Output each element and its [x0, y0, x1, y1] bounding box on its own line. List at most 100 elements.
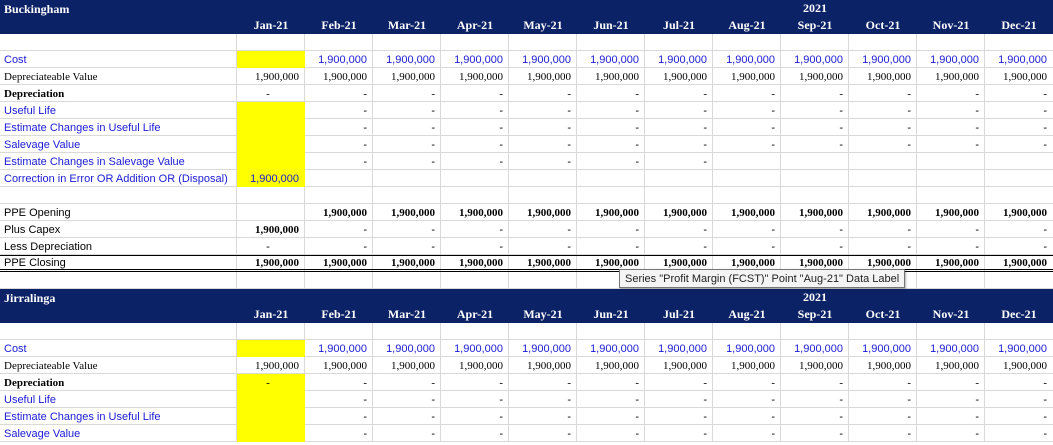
- value-cell-jun-21[interactable]: -: [577, 153, 645, 170]
- value-cell-may-21[interactable]: -: [509, 238, 577, 255]
- value-cell-mar-21[interactable]: [373, 170, 441, 187]
- value-cell-nov-21[interactable]: 1,900,000: [917, 68, 985, 85]
- value-cell-aug-21[interactable]: -: [713, 391, 781, 408]
- value-cell-jun-21[interactable]: -: [577, 408, 645, 425]
- value-cell-apr-21[interactable]: 1,900,000: [441, 255, 509, 272]
- value-cell-dec-21[interactable]: 1,900,000: [985, 357, 1053, 374]
- month-header-nov-21[interactable]: Nov-21: [917, 16, 985, 34]
- value-cell-feb-21[interactable]: -: [305, 102, 373, 119]
- value-cell-oct-21[interactable]: [849, 153, 917, 170]
- value-cell-jan[interactable]: [237, 51, 305, 68]
- value-cell-jan[interactable]: 1,900,000: [237, 221, 305, 238]
- month-header-feb-21[interactable]: Feb-21: [305, 305, 373, 323]
- value-cell-feb-21[interactable]: 1,900,000: [305, 51, 373, 68]
- value-cell-mar-21[interactable]: -: [373, 391, 441, 408]
- row-label[interactable]: Salevage Value: [0, 136, 237, 153]
- value-cell-nov-21[interactable]: 1,900,000: [917, 51, 985, 68]
- value-cell-jul-21[interactable]: -: [645, 153, 713, 170]
- value-cell-aug-21[interactable]: [713, 170, 781, 187]
- value-cell-jul-21[interactable]: -: [645, 85, 713, 102]
- value-cell-dec-21[interactable]: -: [985, 136, 1053, 153]
- value-cell-jul-21[interactable]: -: [645, 119, 713, 136]
- value-cell-oct-21[interactable]: -: [849, 85, 917, 102]
- value-cell-sep-21[interactable]: -: [781, 102, 849, 119]
- value-cell-may-21[interactable]: -: [509, 153, 577, 170]
- value-cell-nov-21[interactable]: -: [917, 102, 985, 119]
- value-cell-nov-21[interactable]: 1,900,000: [917, 204, 985, 221]
- month-header-may-21[interactable]: May-21: [509, 16, 577, 34]
- value-cell-mar-21[interactable]: -: [373, 136, 441, 153]
- value-cell-apr-21[interactable]: -: [441, 391, 509, 408]
- value-cell-feb-21[interactable]: -: [305, 374, 373, 391]
- value-cell-oct-21[interactable]: -: [849, 408, 917, 425]
- value-cell-jul-21[interactable]: 1,900,000: [645, 357, 713, 374]
- month-header-jan-21[interactable]: Jan-21: [237, 305, 305, 323]
- value-cell-jul-21[interactable]: -: [645, 374, 713, 391]
- value-cell-aug-21[interactable]: -: [713, 408, 781, 425]
- value-cell-mar-21[interactable]: -: [373, 119, 441, 136]
- value-cell-feb-21[interactable]: -: [305, 391, 373, 408]
- month-header-jul-21[interactable]: Jul-21: [645, 305, 713, 323]
- value-cell-apr-21[interactable]: 1,900,000: [441, 51, 509, 68]
- value-cell-may-21[interactable]: -: [509, 221, 577, 238]
- value-cell-aug-21[interactable]: 1,900,000: [713, 51, 781, 68]
- row-label[interactable]: Cost: [0, 51, 237, 68]
- row-label[interactable]: Salevage Value: [0, 425, 237, 442]
- value-cell-mar-21[interactable]: -: [373, 374, 441, 391]
- row-label[interactable]: PPE Opening: [0, 204, 237, 221]
- value-cell-aug-21[interactable]: -: [713, 221, 781, 238]
- month-header-sep-21[interactable]: Sep-21: [781, 305, 849, 323]
- value-cell-jun-21[interactable]: 1,900,000: [577, 204, 645, 221]
- value-cell-oct-21[interactable]: 1,900,000: [849, 68, 917, 85]
- value-cell-sep-21[interactable]: 1,900,000: [781, 204, 849, 221]
- value-cell-dec-21[interactable]: -: [985, 238, 1053, 255]
- section-title[interactable]: Buckingham: [4, 0, 69, 17]
- value-cell-aug-21[interactable]: 1,900,000: [713, 357, 781, 374]
- value-cell-jul-21[interactable]: -: [645, 221, 713, 238]
- row-label[interactable]: Estimate Changes in Useful Life: [0, 119, 237, 136]
- value-cell-mar-21[interactable]: 1,900,000: [373, 204, 441, 221]
- section-title[interactable]: Jirralinga: [4, 289, 55, 306]
- month-header-may-21[interactable]: May-21: [509, 305, 577, 323]
- value-cell-jun-21[interactable]: -: [577, 102, 645, 119]
- value-cell-apr-21[interactable]: -: [441, 102, 509, 119]
- value-cell-jan[interactable]: 1,900,000: [237, 255, 305, 272]
- value-cell-may-21[interactable]: 1,900,000: [509, 255, 577, 272]
- value-cell-sep-21[interactable]: -: [781, 391, 849, 408]
- value-cell-oct-21[interactable]: -: [849, 136, 917, 153]
- value-cell-apr-21[interactable]: -: [441, 85, 509, 102]
- value-cell-jun-21[interactable]: -: [577, 119, 645, 136]
- value-cell-dec-21[interactable]: 1,900,000: [985, 51, 1053, 68]
- value-cell-jul-21[interactable]: -: [645, 425, 713, 442]
- value-cell-dec-21[interactable]: -: [985, 425, 1053, 442]
- value-cell-mar-21[interactable]: -: [373, 221, 441, 238]
- value-cell-aug-21[interactable]: -: [713, 85, 781, 102]
- value-cell-may-21[interactable]: 1,900,000: [509, 204, 577, 221]
- value-cell-feb-21[interactable]: 1,900,000: [305, 204, 373, 221]
- value-cell-oct-21[interactable]: -: [849, 238, 917, 255]
- value-cell-feb-21[interactable]: -: [305, 119, 373, 136]
- value-cell-jan[interactable]: -: [237, 85, 305, 102]
- value-cell-aug-21[interactable]: -: [713, 136, 781, 153]
- value-cell-jan[interactable]: [237, 408, 305, 425]
- value-cell-dec-21[interactable]: -: [985, 408, 1053, 425]
- value-cell-apr-21[interactable]: 1,900,000: [441, 340, 509, 357]
- month-header-oct-21[interactable]: Oct-21: [849, 305, 917, 323]
- value-cell-feb-21[interactable]: [305, 170, 373, 187]
- value-cell-oct-21[interactable]: 1,900,000: [849, 340, 917, 357]
- value-cell-mar-21[interactable]: -: [373, 425, 441, 442]
- value-cell-jan[interactable]: 1,900,000: [237, 170, 305, 187]
- month-header-aug-21[interactable]: Aug-21: [713, 16, 781, 34]
- row-label[interactable]: Depreciation: [0, 85, 237, 102]
- value-cell-nov-21[interactable]: -: [917, 374, 985, 391]
- value-cell-nov-21[interactable]: -: [917, 119, 985, 136]
- value-cell-apr-21[interactable]: 1,900,000: [441, 204, 509, 221]
- row-label[interactable]: Useful Life: [0, 391, 237, 408]
- value-cell-apr-21[interactable]: -: [441, 221, 509, 238]
- month-header-sep-21[interactable]: Sep-21: [781, 16, 849, 34]
- month-header-mar-21[interactable]: Mar-21: [373, 16, 441, 34]
- value-cell-may-21[interactable]: -: [509, 102, 577, 119]
- value-cell-oct-21[interactable]: -: [849, 102, 917, 119]
- value-cell-may-21[interactable]: -: [509, 85, 577, 102]
- value-cell-jun-21[interactable]: 1,900,000: [577, 340, 645, 357]
